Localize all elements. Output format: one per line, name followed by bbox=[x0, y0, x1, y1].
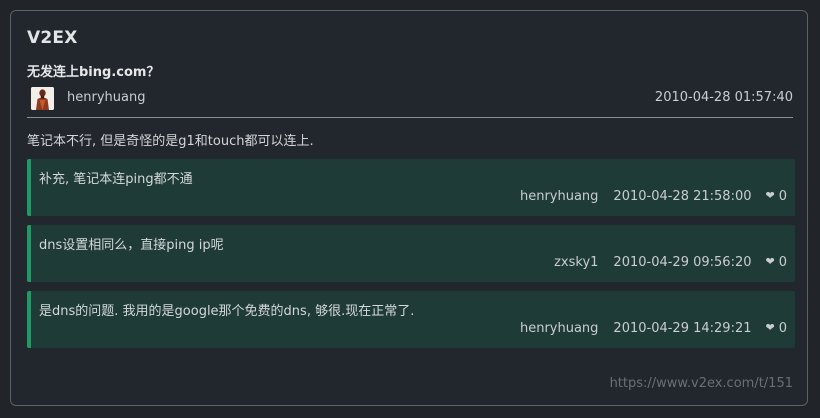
reply-author[interactable]: henryhuang bbox=[520, 321, 598, 336]
reply-time: 2010-04-29 14:29:21 bbox=[613, 321, 752, 336]
heart-icon[interactable]: ❤ bbox=[766, 189, 775, 204]
reply-time: 2010-04-29 09:56:20 bbox=[613, 255, 752, 270]
reply-author[interactable]: zxsky1 bbox=[554, 255, 598, 270]
reply-text: 是dns的问题. 我用的是google那个免费的dns, 够很.现在正常了. bbox=[39, 304, 415, 319]
topic-content: 笔记本不行, 但是奇怪的是g1和touch都可以连上. bbox=[27, 134, 314, 149]
reply-meta: henryhuang 2010-04-28 21:58:00 ❤ 0 bbox=[520, 189, 787, 204]
reply-item: dns设置相同么，直接ping ip呢 zxsky1 2010-04-29 09… bbox=[27, 225, 795, 282]
heart-icon[interactable]: ❤ bbox=[766, 255, 775, 270]
reply-item: 是dns的问题. 我用的是google那个免费的dns, 够很.现在正常了. h… bbox=[27, 291, 795, 348]
topic-url-link[interactable]: https://www.v2ex.com/t/151 bbox=[610, 376, 793, 391]
topic-author[interactable]: henryhuang bbox=[67, 90, 145, 105]
reply-likes: 0 bbox=[778, 255, 787, 270]
topic-author-row: henryhuang 2010-04-28 01:57:40 bbox=[27, 85, 793, 118]
reply-item: 补充, 笔记本连ping都不通 henryhuang 2010-04-28 21… bbox=[27, 159, 795, 216]
reply-likes: 0 bbox=[778, 189, 787, 204]
reply-text: 补充, 笔记本连ping都不通 bbox=[39, 172, 193, 187]
topic-card: V2EX 无发连上bing.com？ henryhuang 2010-04-28… bbox=[10, 10, 808, 406]
topic-time: 2010-04-28 01:57:40 bbox=[654, 90, 793, 105]
avatar-image bbox=[31, 87, 54, 110]
reply-likes: 0 bbox=[778, 321, 787, 336]
reply-author[interactable]: henryhuang bbox=[520, 189, 598, 204]
reply-meta: henryhuang 2010-04-29 14:29:21 ❤ 0 bbox=[520, 321, 787, 336]
reply-text: dns设置相同么，直接ping ip呢 bbox=[39, 238, 224, 253]
topic-title[interactable]: 无发连上bing.com？ bbox=[27, 61, 159, 80]
reply-meta: zxsky1 2010-04-29 09:56:20 ❤ 0 bbox=[554, 255, 787, 270]
reply-time: 2010-04-28 21:58:00 bbox=[613, 189, 752, 204]
avatar[interactable] bbox=[31, 87, 54, 110]
heart-icon[interactable]: ❤ bbox=[766, 321, 775, 336]
site-title[interactable]: V2EX bbox=[27, 28, 78, 48]
